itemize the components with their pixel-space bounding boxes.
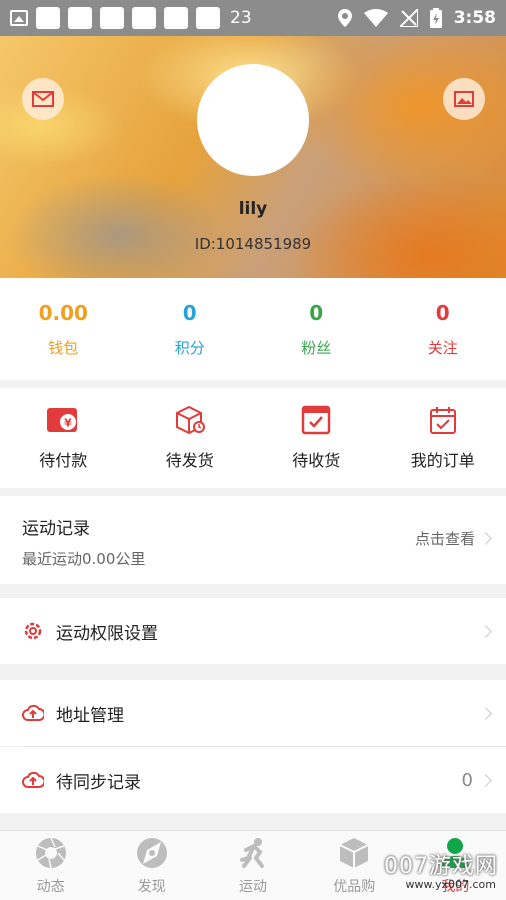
compass-icon bbox=[136, 837, 167, 868]
exercise-record[interactable]: 运动记录 最近运动0.00公里 点击查看 bbox=[0, 496, 506, 584]
nav-feed[interactable]: 动态 bbox=[0, 831, 101, 900]
wallet-yuan-icon: ¥ bbox=[47, 408, 78, 432]
chevron-right-icon bbox=[479, 773, 492, 787]
message-button[interactable] bbox=[22, 78, 64, 120]
nav-exercise[interactable]: 运动 bbox=[202, 831, 303, 900]
stat-following[interactable]: 0 关注 bbox=[380, 278, 506, 380]
status-bar: 23 3:58 bbox=[0, 0, 506, 36]
clock: 3:58 bbox=[453, 8, 496, 28]
stat-label: 积分 bbox=[174, 338, 205, 357]
svg-text:¥: ¥ bbox=[64, 417, 72, 430]
order-shortcuts: ¥ 待付款 待发货 待收货 我的订单 bbox=[0, 388, 506, 488]
address-management[interactable]: 地址管理 bbox=[0, 680, 506, 746]
stat-wallet[interactable]: 0.00 钱包 bbox=[0, 278, 127, 380]
stat-points[interactable]: 0 积分 bbox=[127, 278, 254, 380]
nav-label: 发现 bbox=[137, 878, 166, 895]
row-label: 运动权限设置 bbox=[56, 623, 158, 644]
box-check-icon bbox=[302, 405, 331, 435]
order-label: 待付款 bbox=[39, 451, 88, 470]
pending-sync-records[interactable]: 待同步记录 0 bbox=[0, 747, 506, 813]
package-icon bbox=[175, 405, 205, 435]
nav-me[interactable]: 我的 bbox=[405, 831, 506, 900]
chevron-right-icon bbox=[479, 532, 492, 545]
stats-bar: 0.00 钱包 0 积分 0 粉丝 0 关注 bbox=[0, 278, 506, 380]
notification-icon bbox=[36, 7, 60, 29]
aperture-icon bbox=[35, 837, 66, 868]
stat-label: 钱包 bbox=[48, 338, 79, 357]
cloud-upload-icon bbox=[22, 769, 44, 791]
stat-value: 0 bbox=[182, 300, 197, 325]
battery-charging-icon bbox=[429, 8, 442, 28]
sync-count: 0 bbox=[461, 769, 473, 791]
view-records-label: 点击查看 bbox=[414, 530, 475, 548]
nav-shop[interactable]: 优品购 bbox=[304, 831, 405, 900]
order-label: 待发货 bbox=[165, 451, 214, 470]
notification-count: 23 bbox=[230, 8, 252, 28]
exercise-subtitle: 最近运动0.00公里 bbox=[22, 550, 146, 568]
exercise-title: 运动记录 bbox=[22, 519, 90, 539]
exercise-permission-settings[interactable]: 运动权限设置 bbox=[0, 598, 506, 664]
notification-icon bbox=[164, 7, 188, 29]
gear-icon bbox=[22, 620, 44, 642]
no-signal-icon bbox=[399, 9, 418, 27]
username: lily bbox=[238, 199, 268, 219]
wifi-icon bbox=[363, 9, 388, 27]
stat-value: 0 bbox=[309, 300, 324, 325]
stat-value: 0.00 bbox=[38, 300, 88, 325]
stat-followers[interactable]: 0 粉丝 bbox=[253, 278, 380, 380]
stat-label: 关注 bbox=[427, 338, 458, 357]
notification-icon bbox=[132, 7, 156, 29]
order-pending-payment[interactable]: ¥ 待付款 bbox=[0, 388, 127, 488]
gallery-notification-icon bbox=[10, 10, 28, 26]
bottom-navigation: 动态 发现 运动 优品购 我的 bbox=[0, 830, 506, 900]
view-records-link[interactable]: 点击查看 bbox=[414, 528, 492, 549]
order-pending-shipment[interactable]: 待发货 bbox=[127, 388, 254, 488]
chevron-right-icon bbox=[479, 706, 492, 720]
nav-label: 我的 bbox=[441, 878, 470, 895]
profile-header: lily ID:1014851989 bbox=[0, 36, 506, 278]
chevron-right-icon bbox=[479, 624, 492, 638]
nav-label: 运动 bbox=[239, 878, 267, 895]
order-my-orders[interactable]: 我的订单 bbox=[380, 388, 506, 488]
order-pending-receipt[interactable]: 待收货 bbox=[253, 388, 380, 488]
nav-discover[interactable]: 发现 bbox=[101, 831, 202, 900]
stat-label: 粉丝 bbox=[301, 338, 332, 357]
row-label: 待同步记录 bbox=[56, 772, 141, 793]
image-icon bbox=[454, 91, 474, 107]
stat-value: 0 bbox=[435, 300, 450, 325]
cloud-upload-icon bbox=[22, 702, 44, 724]
runner-icon bbox=[240, 837, 264, 868]
change-background-button[interactable] bbox=[443, 78, 485, 120]
user-id: ID:1014851989 bbox=[194, 235, 312, 253]
notification-icon bbox=[196, 7, 220, 29]
calendar-check-icon bbox=[429, 407, 456, 434]
avatar[interactable] bbox=[197, 64, 309, 176]
cube-icon bbox=[339, 837, 369, 868]
order-label: 待收货 bbox=[292, 451, 341, 470]
order-label: 我的订单 bbox=[410, 451, 475, 470]
row-label: 地址管理 bbox=[56, 705, 124, 726]
nav-label: 优品购 bbox=[333, 878, 376, 895]
mail-icon bbox=[32, 91, 54, 107]
notification-icon bbox=[100, 7, 124, 29]
notification-icon bbox=[68, 7, 92, 29]
person-icon bbox=[441, 837, 470, 868]
location-icon bbox=[337, 9, 352, 27]
nav-label: 动态 bbox=[36, 878, 65, 895]
